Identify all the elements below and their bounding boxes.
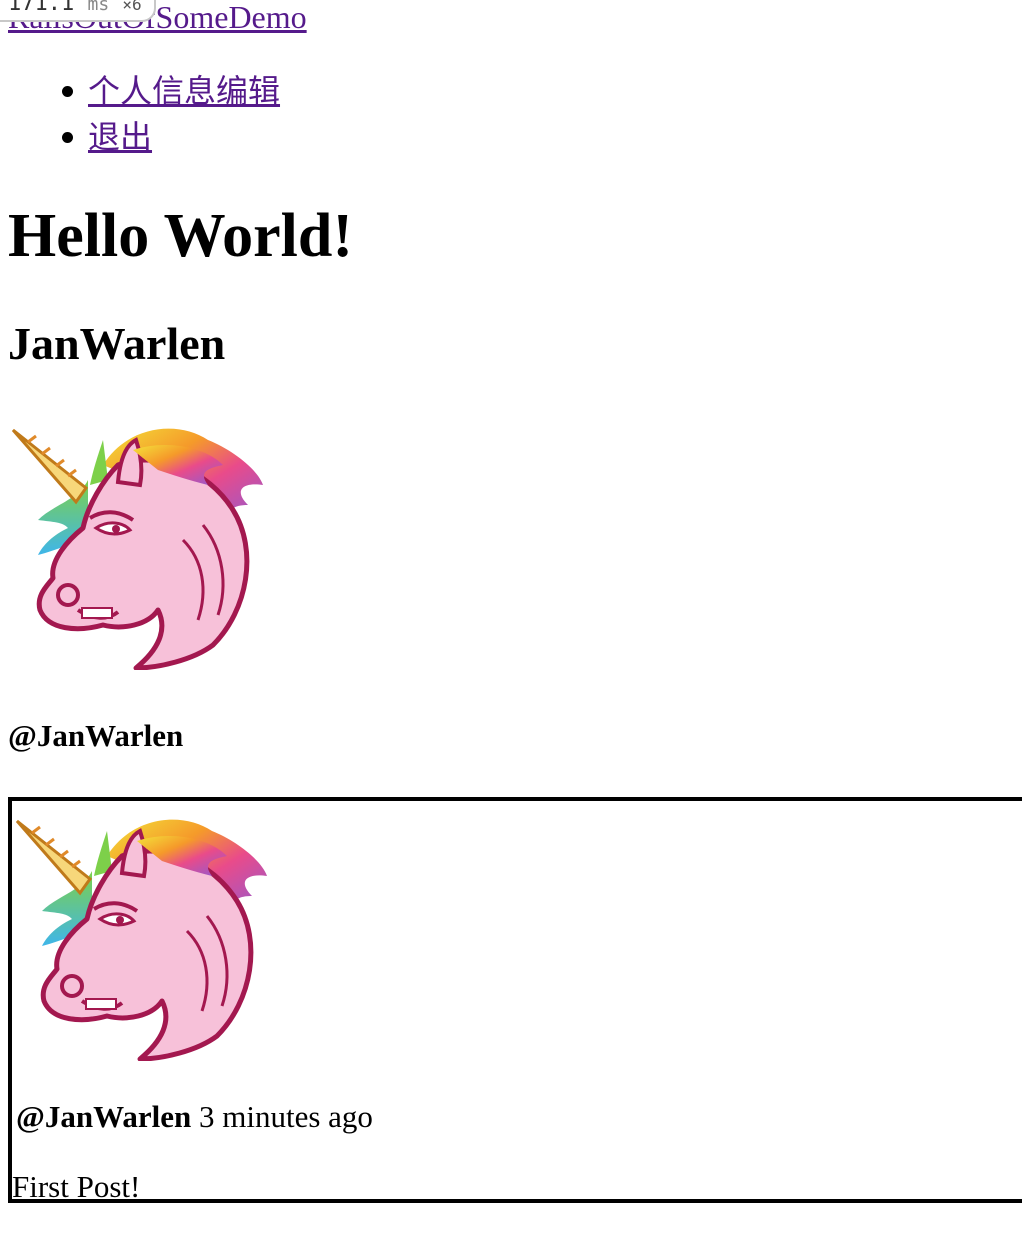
unicorn-avatar-svg bbox=[11, 428, 263, 670]
nav-item-profile-edit: 个人信息编辑 bbox=[8, 68, 280, 114]
profiler-count: ×6 bbox=[122, 0, 142, 14]
post-content: First Post! bbox=[12, 1169, 141, 1204]
post-author: @JanWarlen bbox=[16, 1099, 192, 1134]
user-name-heading: JanWarlen bbox=[8, 318, 226, 369]
post-time-ago: 3 minutes ago bbox=[199, 1099, 373, 1134]
profiler-unit: ms bbox=[87, 0, 110, 15]
page: 171.1 ms ×6 RailsOutOfSomeDemo 个人信息编辑 退出… bbox=[0, 0, 1022, 1236]
mini-profiler-badge[interactable]: 171.1 ms ×6 bbox=[0, 0, 156, 22]
user-handle: @JanWarlen bbox=[8, 718, 184, 753]
nav-item-logout: 退出 bbox=[8, 114, 280, 160]
post-meta: @JanWarlen 3 minutes ago bbox=[16, 1099, 373, 1135]
page-heading: Hello World! bbox=[8, 202, 354, 270]
unicorn-avatar-icon bbox=[8, 410, 268, 670]
logout-link[interactable]: 退出 bbox=[88, 119, 152, 155]
profile-edit-link[interactable]: 个人信息编辑 bbox=[88, 73, 280, 109]
profiler-time: 171.1 bbox=[8, 0, 75, 16]
post-avatar-icon bbox=[12, 801, 272, 1061]
nav-list: 个人信息编辑 退出 bbox=[8, 68, 280, 160]
post-card: @JanWarlen 3 minutes ago First Post! bbox=[8, 797, 1022, 1204]
unicorn-avatar-svg bbox=[15, 819, 267, 1061]
